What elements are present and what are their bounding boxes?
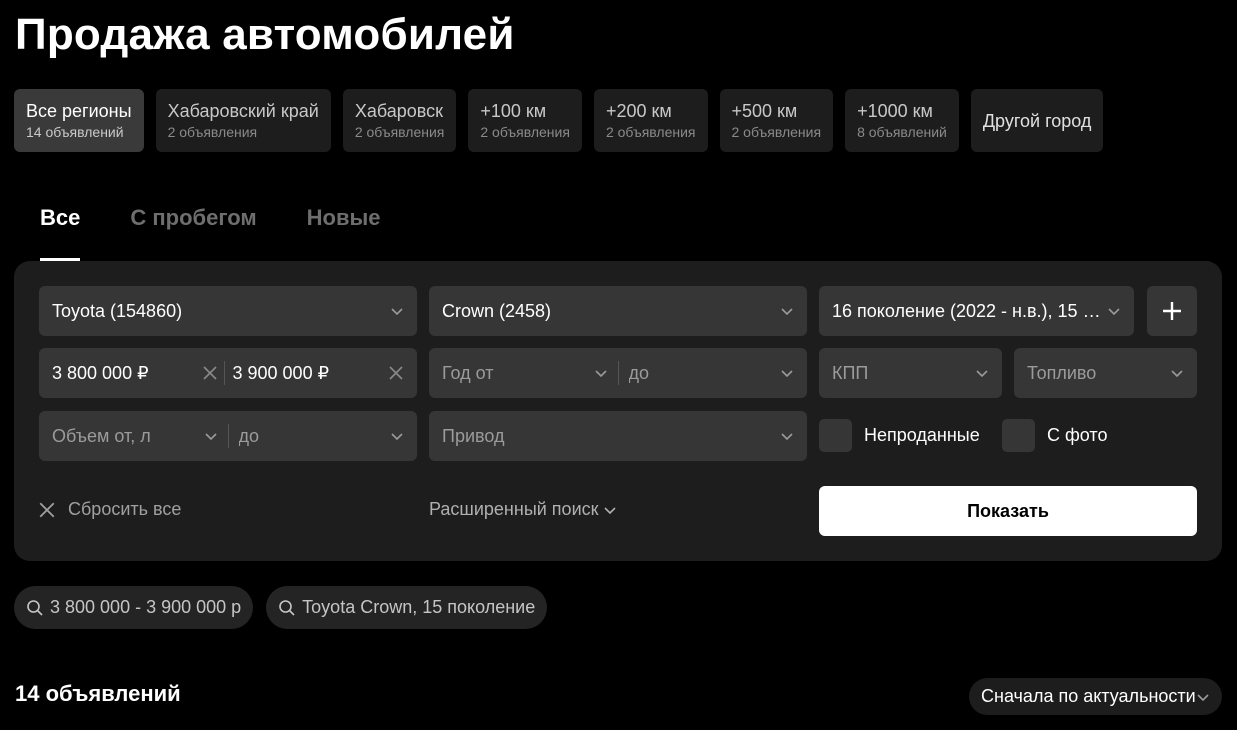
with-photo-checkbox-row[interactable]: С фото <box>1002 419 1107 452</box>
saved-searches: 3 800 000 - 3 900 000 р Toyota Crown, 15… <box>14 586 548 629</box>
fuel-placeholder: Топливо <box>1027 362 1097 383</box>
plus-icon <box>1163 302 1181 320</box>
divider <box>223 361 225 385</box>
region-khabarovsk[interactable]: Хабаровск 2 объявления <box>342 89 457 152</box>
saved-search-label: Toyota Crown, 15 поколение <box>302 597 536 617</box>
year-to-select[interactable]: до <box>629 348 795 398</box>
price-from-input[interactable]: 3 800 000 ₽ <box>52 348 224 398</box>
page-title: Продажа автомобилей <box>15 10 515 59</box>
chevron-down-icon <box>975 366 989 380</box>
region-plus-500km[interactable]: +500 км 2 объявления <box>719 89 834 152</box>
tab-all[interactable]: Все <box>40 205 81 261</box>
price-to-input[interactable]: 3 900 000 ₽ <box>233 348 405 398</box>
chevron-down-icon <box>1107 304 1121 318</box>
region-count: 2 объявления <box>731 123 822 140</box>
chevron-down-icon <box>780 366 794 380</box>
with-photo-checkbox[interactable] <box>1002 419 1035 452</box>
generation-value: 16 поколение (2022 - н.в.), 15 поколение <box>832 300 1107 321</box>
region-count: 2 объявления <box>480 123 570 140</box>
region-filter: Все регионы 14 объявлений Хабаровский кр… <box>14 89 1104 152</box>
region-count: 8 объявлений <box>857 123 947 140</box>
generation-select[interactable]: 16 поколение (2022 - н.в.), 15 поколение <box>819 286 1134 336</box>
chevron-down-icon <box>1170 366 1184 380</box>
tab-used[interactable]: С пробегом <box>130 205 256 261</box>
chevron-down-icon <box>1196 690 1210 704</box>
condition-tabs: Все С пробегом Новые <box>40 205 381 261</box>
saved-search-label: 3 800 000 - 3 900 000 р <box>50 597 242 617</box>
unsold-checkbox-row[interactable]: Непроданные <box>819 419 980 452</box>
region-count: 14 объявлений <box>26 123 124 140</box>
unsold-checkbox[interactable] <box>819 419 852 452</box>
chevron-down-icon <box>780 304 794 318</box>
divider <box>617 361 619 385</box>
region-all[interactable]: Все регионы 14 объявлений <box>14 89 144 152</box>
price-from-value: 3 800 000 ₽ <box>52 362 149 383</box>
year-range: Год от до <box>429 348 807 398</box>
add-filter-button[interactable] <box>1147 286 1197 336</box>
saved-search-chip[interactable]: Toyota Crown, 15 поколение <box>266 586 548 629</box>
search-icon <box>26 599 44 617</box>
volume-to-select[interactable]: до <box>239 411 405 461</box>
reset-all-label: Сбросить все <box>68 499 182 519</box>
close-icon <box>39 502 55 517</box>
chevron-down-icon <box>204 429 218 443</box>
region-name: +200 км <box>605 100 672 121</box>
volume-to-placeholder: до <box>238 425 260 446</box>
clear-icon[interactable] <box>388 365 404 381</box>
clear-icon[interactable] <box>202 365 218 381</box>
sort-select[interactable]: Сначала по актуальности <box>969 678 1222 715</box>
volume-from-select[interactable]: Объем от, л <box>52 411 218 461</box>
region-khabarovsk-krai[interactable]: Хабаровский край 2 объявления <box>155 89 331 152</box>
show-results-button[interactable]: Показать <box>819 486 1197 536</box>
volume-range: Объем от, л до <box>39 411 417 461</box>
make-value: Toyota (154860) <box>52 300 183 321</box>
advanced-search-label: Расширенный поиск <box>429 499 599 519</box>
with-photo-label: С фото <box>1047 425 1108 445</box>
filter-panel: Toyota (154860) Crown (2458) 16 поколени… <box>14 261 1222 561</box>
region-count: 2 объявления <box>354 123 445 140</box>
reset-all-button[interactable]: Сбросить все <box>38 499 181 520</box>
chevron-down-icon <box>390 304 404 318</box>
region-plus-1000km[interactable]: +1000 км 8 объявлений <box>845 89 959 152</box>
region-count: 2 объявления <box>605 123 696 140</box>
chevron-down-icon <box>780 429 794 443</box>
drive-select[interactable]: Привод <box>429 411 807 461</box>
drive-placeholder: Привод <box>442 425 505 446</box>
fuel-select[interactable]: Топливо <box>1014 348 1197 398</box>
region-name: Хабаровский край <box>167 100 319 121</box>
year-from-select[interactable]: Год от <box>442 348 608 398</box>
year-to-placeholder: до <box>628 362 650 383</box>
transmission-select[interactable]: КПП <box>819 348 1002 398</box>
search-icon <box>278 599 296 617</box>
region-name: +1000 км <box>857 100 933 121</box>
model-select[interactable]: Crown (2458) <box>429 286 807 336</box>
unsold-label: Непроданные <box>864 425 980 445</box>
year-from-placeholder: Год от <box>442 362 494 383</box>
volume-from-placeholder: Объем от, л <box>52 425 151 446</box>
model-value: Crown (2458) <box>442 300 552 321</box>
tab-new[interactable]: Новые <box>307 205 381 261</box>
advanced-search-link[interactable]: Расширенный поиск <box>429 499 617 520</box>
transmission-placeholder: КПП <box>832 362 869 383</box>
region-name: Другой город <box>982 110 1092 131</box>
region-plus-200km[interactable]: +200 км 2 объявления <box>593 89 708 152</box>
results-count: 14 объявлений <box>15 681 181 706</box>
divider <box>227 424 229 448</box>
price-range: 3 800 000 ₽ 3 900 000 ₽ <box>39 348 417 398</box>
region-name: +500 км <box>731 100 798 121</box>
sort-value: Сначала по актуальности <box>981 686 1196 706</box>
region-count: 2 объявления <box>167 123 258 140</box>
region-name: +100 км <box>480 100 547 121</box>
price-to-value: 3 900 000 ₽ <box>232 362 330 383</box>
chevron-down-icon <box>594 366 608 380</box>
region-plus-100km[interactable]: +100 км 2 объявления <box>468 89 582 152</box>
region-other-city[interactable]: Другой город <box>970 89 1104 152</box>
chevron-down-icon <box>390 429 404 443</box>
region-name: Хабаровск <box>354 100 443 121</box>
make-select[interactable]: Toyota (154860) <box>39 286 417 336</box>
chevron-down-icon <box>603 506 616 514</box>
saved-search-chip[interactable]: 3 800 000 - 3 900 000 р <box>14 586 254 629</box>
region-name: Все регионы <box>26 100 132 121</box>
